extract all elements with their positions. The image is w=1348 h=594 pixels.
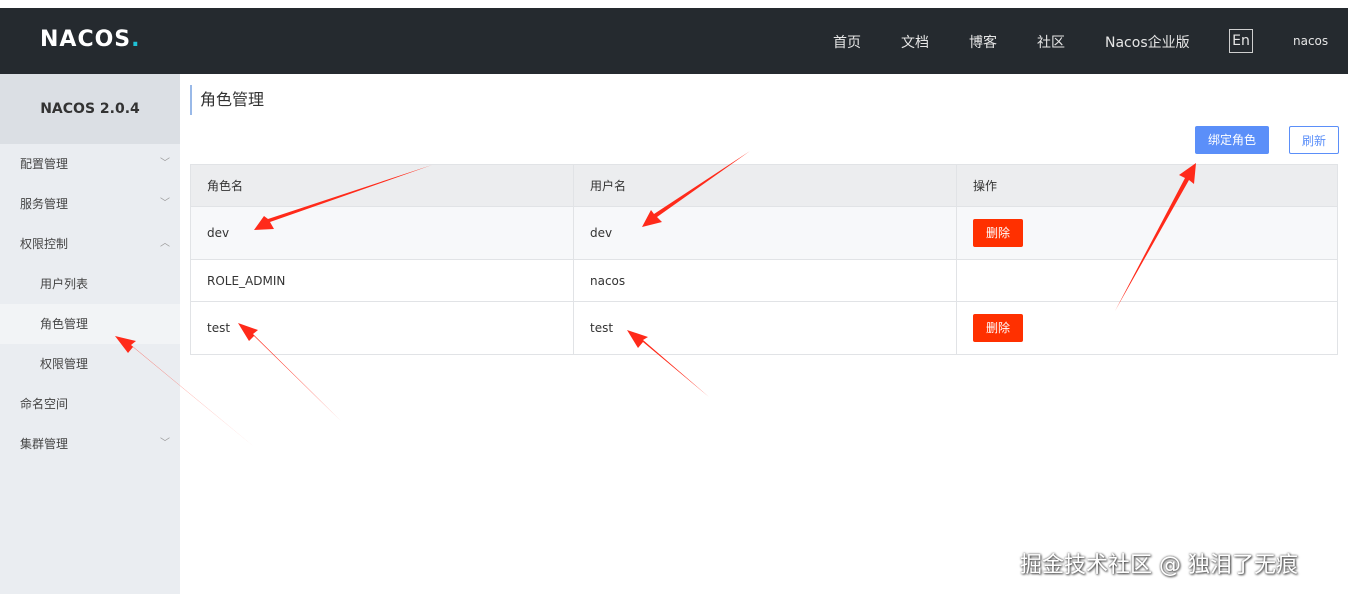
sidebar-item-label: 角色管理: [40, 317, 89, 331]
sidebar: NACOS 2.0.4 配置管理 ﹀ 服务管理 ﹀ 权限控制 ︿ 用户列表 角色…: [0, 74, 180, 594]
cell-role: test: [190, 301, 574, 355]
chevron-down-icon: ﹀: [160, 198, 170, 209]
chevron-up-icon: ︿: [160, 238, 170, 249]
cell-action: 删除: [956, 301, 1338, 355]
column-header-role: 角色名: [190, 164, 574, 207]
sidebar-item-label: 服务管理: [20, 197, 69, 211]
watermark: 掘金技术社区 @ 独泪了无痕: [1020, 553, 1298, 578]
sidebar-item-auth[interactable]: 权限控制 ︿: [0, 224, 180, 264]
cell-action: [956, 259, 1338, 302]
nav-community[interactable]: 社区: [1037, 32, 1065, 52]
refresh-button[interactable]: 刷新: [1289, 126, 1339, 154]
delete-button[interactable]: 删除: [973, 219, 1023, 247]
top-navbar: NACOS. 首页 文档 博客 社区 Nacos企业版 En nacos: [0, 8, 1348, 74]
delete-button[interactable]: 删除: [973, 314, 1023, 342]
sidebar-item-label: 权限管理: [40, 357, 89, 371]
cell-role: ROLE_ADMIN: [190, 259, 574, 302]
cell-user: test: [573, 301, 957, 355]
sidebar-item-label: 用户列表: [40, 277, 89, 291]
cell-user: dev: [573, 206, 957, 260]
cell-action: 删除: [956, 206, 1338, 260]
sidebar-item-cluster[interactable]: 集群管理 ﹀: [0, 424, 180, 464]
table-header-row: 角色名 用户名 操作: [190, 164, 1338, 207]
current-user[interactable]: nacos: [1293, 34, 1328, 48]
nav-blog[interactable]: 博客: [969, 32, 997, 52]
sidebar-item-label: 配置管理: [20, 157, 69, 171]
chevron-down-icon: ﹀: [160, 158, 170, 169]
chevron-down-icon: ﹀: [160, 438, 170, 449]
page-title: 角色管理: [190, 85, 264, 115]
column-header-action: 操作: [956, 164, 1338, 207]
nacos-logo[interactable]: NACOS.: [40, 27, 141, 52]
table-row: ROLE_ADMIN nacos: [190, 259, 1338, 302]
table-row: dev dev 删除: [190, 206, 1338, 260]
nav-home[interactable]: 首页: [833, 32, 861, 52]
cell-role: dev: [190, 206, 574, 260]
bind-role-button[interactable]: 绑定角色: [1195, 126, 1269, 154]
sidebar-version: NACOS 2.0.4: [0, 74, 180, 144]
main-content: 角色管理 绑定角色 刷新 角色名 用户名 操作 dev dev 删除 ROLE_…: [180, 74, 1348, 594]
cell-user: nacos: [573, 259, 957, 302]
sidebar-item-users[interactable]: 用户列表: [0, 264, 180, 304]
column-header-user: 用户名: [573, 164, 957, 207]
sidebar-item-label: 命名空间: [20, 397, 69, 411]
sidebar-item-roles[interactable]: 角色管理: [0, 304, 180, 344]
sidebar-item-label: 权限控制: [20, 237, 69, 251]
sidebar-item-namespace[interactable]: 命名空间: [0, 384, 180, 424]
sidebar-item-label: 集群管理: [20, 437, 69, 451]
sidebar-item-permissions[interactable]: 权限管理: [0, 344, 180, 384]
role-table: 角色名 用户名 操作 dev dev 删除 ROLE_ADMIN nacos t…: [190, 164, 1338, 355]
table-row: test test 删除: [190, 301, 1338, 355]
sidebar-item-service[interactable]: 服务管理 ﹀: [0, 184, 180, 224]
nav-enterprise[interactable]: Nacos企业版: [1105, 32, 1190, 52]
nav-docs[interactable]: 文档: [901, 32, 929, 52]
sidebar-item-config[interactable]: 配置管理 ﹀: [0, 144, 180, 184]
language-switch-button[interactable]: En: [1229, 29, 1253, 53]
